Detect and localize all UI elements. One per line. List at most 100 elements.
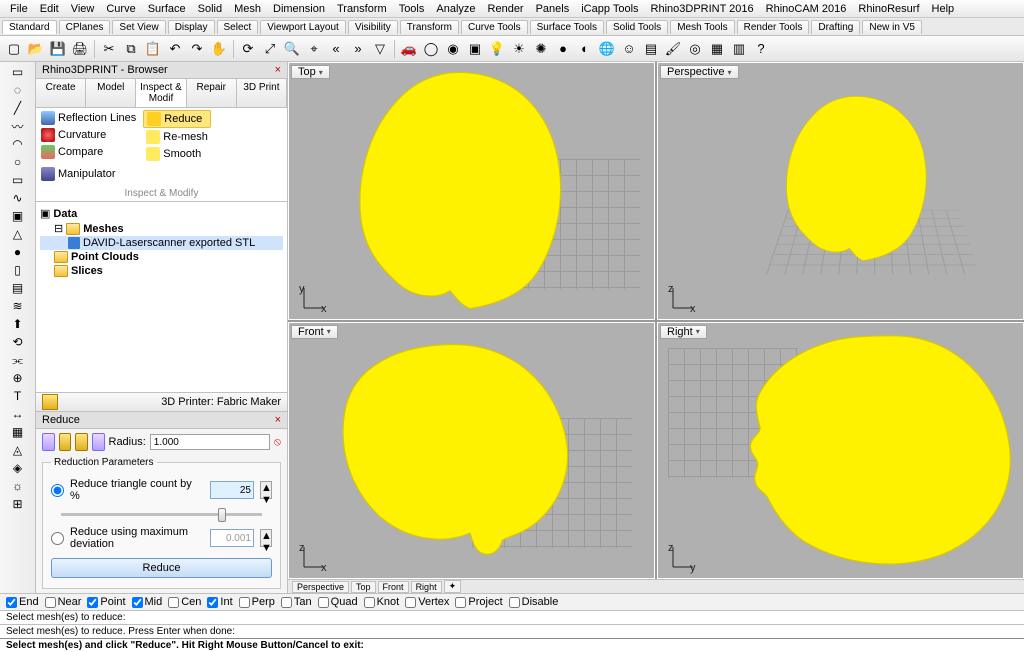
cube-icon[interactable] [42, 433, 55, 451]
text-tool-icon[interactable]: T [10, 388, 26, 404]
vp-tab-right[interactable]: Right [411, 581, 442, 593]
command-prompt[interactable]: Select mesh(es) and click "Reduce". Hit … [0, 638, 1024, 652]
pointer-tool-icon[interactable]: ▭ [10, 64, 26, 80]
tree-root[interactable]: ▣ Data [40, 206, 283, 221]
deviation-input[interactable] [210, 529, 254, 547]
osnap-point[interactable]: Point [87, 596, 125, 608]
menu-edit[interactable]: Edit [34, 3, 65, 15]
curve-tool-icon[interactable]: ∿ [10, 190, 26, 206]
tab-render-tools[interactable]: Render Tools [737, 20, 810, 34]
menu-analyze[interactable]: Analyze [430, 3, 481, 15]
tree-mesh-item[interactable]: DAVID-Laserscanner exported STL [40, 236, 283, 250]
circle-tool-icon[interactable]: ○ [10, 154, 26, 170]
viewport-label-front[interactable]: Front▾ [291, 325, 338, 339]
target-icon[interactable]: ◎ [685, 39, 705, 59]
viewport-perspective[interactable]: Perspective▾ zx [657, 62, 1024, 320]
blue-icon[interactable]: ▦ [707, 39, 727, 59]
print-icon[interactable]: 🖨 [70, 39, 90, 59]
filter-icon[interactable]: ▽ [370, 39, 390, 59]
gradient-icon[interactable]: ▤ [641, 39, 661, 59]
browser-tab-inspect-modif[interactable]: Inspect & Modif [136, 79, 186, 107]
hatch-tool-icon[interactable]: ▦ [10, 424, 26, 440]
cube-icon[interactable] [75, 433, 88, 451]
menu-mesh[interactable]: Mesh [228, 3, 267, 15]
vp-tab-front[interactable]: Front [378, 581, 409, 593]
viewport-label-perspective[interactable]: Perspective▾ [660, 65, 739, 79]
sun-a-icon[interactable]: ☀ [509, 39, 529, 59]
circle-b-icon[interactable]: ◉ [443, 39, 463, 59]
circle-a-icon[interactable]: ◯ [421, 39, 441, 59]
menu-tools[interactable]: Tools [393, 3, 431, 15]
cancel-icon[interactable]: ⦸ [274, 436, 281, 449]
browser-tab-create[interactable]: Create [36, 79, 86, 107]
osnap-knot[interactable]: Knot [364, 596, 400, 608]
cone-tool-icon[interactable]: △ [10, 226, 26, 242]
globe-icon[interactable]: 🌐 [597, 39, 617, 59]
tree-meshes[interactable]: ⊟Meshes [40, 221, 283, 236]
smooth-button[interactable]: Smooth [143, 146, 211, 162]
menu-panels[interactable]: Panels [530, 3, 576, 15]
data-tree[interactable]: ▣ Data ⊟Meshes DAVID-Laserscanner export… [36, 202, 287, 392]
lasso-tool-icon[interactable]: ◌ [10, 82, 26, 98]
help-icon[interactable]: ? [751, 39, 771, 59]
zoom-sel-icon[interactable]: ⌖ [304, 39, 324, 59]
zoom-window-icon[interactable]: 🔍 [282, 39, 302, 59]
reduce-action-button[interactable]: Reduce [51, 558, 272, 578]
printer-icon[interactable] [42, 394, 58, 410]
remesh-button[interactable]: Re-mesh [143, 129, 211, 145]
osnap-perp[interactable]: Perp [239, 596, 275, 608]
menu-rhinocam-2016[interactable]: RhinoCAM 2016 [760, 3, 853, 15]
revolve-tool-icon[interactable]: ⟲ [10, 334, 26, 350]
osnap-disable[interactable]: Disable [509, 596, 559, 608]
calendar-icon[interactable]: ▥ [729, 39, 749, 59]
polyline-tool-icon[interactable]: 〰 [10, 118, 26, 134]
mesh-tool-icon[interactable]: ◬ [10, 442, 26, 458]
sphere-a-icon[interactable]: ● [553, 39, 573, 59]
history-back-icon[interactable]: « [326, 39, 346, 59]
undo-icon[interactable]: ↶ [165, 39, 185, 59]
close-icon[interactable]: × [275, 64, 281, 76]
osnap-project[interactable]: Project [455, 596, 502, 608]
pipe-tool-icon[interactable]: ⫘ [10, 352, 26, 368]
close-icon[interactable]: × [275, 414, 281, 426]
sphere-tool-icon[interactable]: ● [10, 244, 26, 260]
cube-icon[interactable] [59, 433, 72, 451]
viewport-top[interactable]: Top▾ yx [288, 62, 655, 320]
car-icon[interactable]: 🚗 [399, 39, 419, 59]
cube-icon[interactable] [92, 433, 105, 451]
uv-tool-icon[interactable]: ⊞ [10, 496, 26, 512]
reduce-by-deviation-radio[interactable] [51, 532, 64, 545]
browser-tab-repair[interactable]: Repair [187, 79, 237, 107]
menu-view[interactable]: View [65, 3, 101, 15]
tab-transform[interactable]: Transform [400, 20, 459, 34]
browser-tab-model[interactable]: Model [86, 79, 136, 107]
menu-render[interactable]: Render [482, 3, 530, 15]
surface-tool-icon[interactable]: ▤ [10, 280, 26, 296]
compare-button[interactable]: Compare [38, 144, 139, 160]
menu-surface[interactable]: Surface [142, 3, 192, 15]
tab-viewport-layout[interactable]: Viewport Layout [260, 20, 346, 34]
tab-curve-tools[interactable]: Curve Tools [461, 20, 528, 34]
copy-icon[interactable]: ⧉ [121, 39, 141, 59]
cylinder-tool-icon[interactable]: ▯ [10, 262, 26, 278]
vp-tab-perspective[interactable]: Perspective [292, 581, 349, 593]
tab-surface-tools[interactable]: Surface Tools [530, 20, 604, 34]
cut-icon[interactable]: ✂ [99, 39, 119, 59]
deviation-spinner[interactable]: ▲▼ [260, 529, 272, 547]
tab-standard[interactable]: Standard [2, 20, 57, 34]
tab-set-view[interactable]: Set View [112, 20, 165, 34]
tab-drafting[interactable]: Drafting [811, 20, 860, 34]
osnap-tan[interactable]: Tan [281, 596, 312, 608]
line-tool-icon[interactable]: ╱ [10, 100, 26, 116]
tab-cplanes[interactable]: CPlanes [59, 20, 111, 34]
smiley-icon[interactable]: ☺ [619, 39, 639, 59]
open-icon[interactable]: 📂 [26, 39, 46, 59]
save-icon[interactable]: 💾 [48, 39, 68, 59]
percent-spinner[interactable]: ▲▼ [260, 481, 272, 499]
menu-dimension[interactable]: Dimension [267, 3, 331, 15]
menu-rhino3dprint-2016[interactable]: Rhino3DPRINT 2016 [645, 3, 760, 15]
menu-icapp-tools[interactable]: iCapp Tools [575, 3, 644, 15]
tab-select[interactable]: Select [217, 20, 259, 34]
percent-input[interactable] [210, 481, 254, 499]
boolean-tool-icon[interactable]: ⊕ [10, 370, 26, 386]
